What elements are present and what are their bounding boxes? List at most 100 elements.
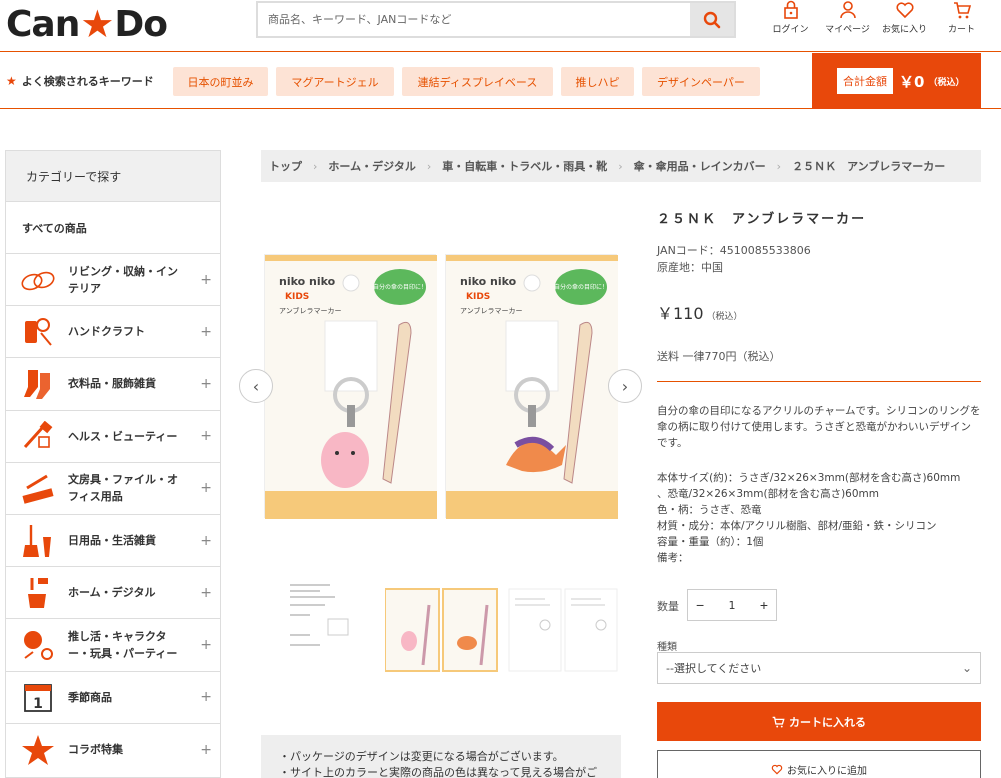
expand-plus-icon[interactable]: + [200,480,212,496]
cart-icon [772,716,785,728]
keyword-title-text: よく検索されるキーワード [21,75,154,88]
package-name-text: アンブレラマーカー [460,306,523,315]
package-brand-text: niko niko [279,275,336,288]
breadcrumb-item[interactable]: トップ [269,158,302,174]
expand-plus-icon[interactable]: + [200,428,212,444]
keyword-title: ★ よく検索されるキーワード [6,73,154,89]
minus-button[interactable]: − [696,597,704,613]
party-icon [18,627,58,663]
product-main-image: niko niko KIDS アンブレラマーカー 自分の傘の目印に！ niko … [264,254,618,519]
logo-star-icon: ★ [80,2,114,46]
add-to-favorites-button[interactable]: お気に入りに追加 [657,750,981,778]
total-amount: ￥0 [899,72,925,91]
total-label: 合計金額 [837,68,893,94]
clothing-icon [18,366,58,402]
header-nav: ログイン マイページ お気に入り カート [762,0,992,40]
product-price: ￥110 （税込） [657,300,743,324]
sidebar-item-party[interactable]: 推し活・キャラクター・玩具・パーティー + [6,619,220,672]
cando-logo[interactable]: Can ★ Do [6,2,168,46]
chevron-right-icon: › [426,159,432,173]
divider [657,381,981,382]
search-box [256,1,736,38]
logo-text-left: Can [6,3,80,45]
login-label: ログイン [772,25,809,35]
cart-total[interactable]: 合計金額 ￥0 （税込） [812,53,981,109]
keyword-chip[interactable]: マグアートジェル [276,67,394,96]
add-to-favorites-label: お気に入りに追加 [787,766,867,777]
sidebar-item-stationery[interactable]: 文房具・ファイル・オフィス用品 + [6,463,220,515]
sidebar-item-daily[interactable]: 日用品・生活雑貨 + [6,515,220,568]
sidebar-item-label: ホーム・デジタル [68,586,156,600]
chevron-right-icon: › [313,159,318,173]
expand-plus-icon[interactable]: + [200,689,212,705]
expand-plus-icon[interactable]: + [200,533,212,549]
expand-plus-icon[interactable]: + [200,272,212,288]
sidebar-item-label: 日用品・生活雑貨 [68,534,156,548]
variant-select-value: --選択してください [666,662,762,675]
stationery-icon [18,470,58,506]
search-input[interactable] [258,3,690,36]
expand-plus-icon[interactable]: + [200,637,212,653]
login-link[interactable]: ログイン [762,0,819,40]
sidebar-item-label: 推し活・キャラクター・玩具・パーティー [68,629,178,660]
add-to-cart-label: カートに入れる [789,715,866,729]
variant-label: 種類 [657,642,677,653]
mypage-link[interactable]: マイページ [819,0,876,40]
lock-icon [783,0,798,19]
thumbnail-front[interactable] [384,575,503,675]
sidebar-item-clothing[interactable]: 衣料品・服飾雑貨 + [6,358,220,411]
package-sub-text: KIDS [466,292,490,302]
keyword-chip[interactable]: デザインペーパー [642,67,760,96]
sidebar-item-label: ヘルス・ビューティー [68,429,178,443]
sidebar-item-living[interactable]: リビング・収納・インテリア + [6,254,220,307]
expand-plus-icon[interactable]: + [200,742,212,758]
cart-link[interactable]: カート [933,0,990,40]
next-image-button[interactable]: › [608,369,642,403]
quantity-stepper: − 1 + [687,589,777,621]
keyword-chip[interactable]: 日本の町並み [173,67,268,96]
expand-plus-icon[interactable]: + [200,585,212,601]
variant-select[interactable]: --選択してください ⌄ [657,652,981,684]
add-to-cart-button[interactable]: カートに入れる [657,702,981,741]
breadcrumb-item[interactable]: ホーム・デジタル [328,158,415,174]
package-brand-text: niko niko [460,275,517,288]
thumbnail-backs[interactable] [505,575,623,675]
search-button[interactable] [690,3,734,36]
sidebar-item-label: コラボ特集 [68,743,123,757]
sidebar-item-label: リビング・収納・インテリア [68,264,178,295]
expand-plus-icon[interactable]: + [200,376,212,392]
package-notice: ・パッケージのデザインは変更になる場合がございます。 ・サイト上のカラーと実際の… [261,735,621,778]
sidebar-item-all[interactable]: すべての商品 [6,202,220,254]
package-bubble-text: 自分の傘の目印に！ [554,283,608,291]
package-name-text: アンブレラマーカー [279,306,342,315]
keyword-chip[interactable]: 連結ディスプレイベース [402,67,553,96]
sidebar-item-seasonal[interactable]: 1 季節商品 + [6,672,220,724]
sidebar-item-label: ハンドクラフト [68,325,145,339]
sidebar-item-collab[interactable]: コラボ特集 + [6,724,220,776]
expand-plus-icon[interactable]: + [200,324,212,340]
heart-icon [895,2,914,19]
keyword-chip[interactable]: 推しハピ [561,67,634,96]
favorites-link[interactable]: お気に入り [876,0,933,40]
plus-button[interactable]: + [760,597,768,613]
prev-image-button[interactable]: ‹ [239,369,273,403]
star-icon: ★ [6,74,17,88]
breadcrumb-item[interactable]: 傘・傘用品・レインカバー [634,158,766,174]
spec-line: 本体サイズ(約)：うさぎ/32×26×3mm(部材を含む高さ)60mm [657,472,961,484]
site-header: Can★Do ログイン マイページ お気に入り カート [0,0,1001,52]
heart-icon [771,764,783,775]
price-tax: （税込） [706,312,743,322]
thumbnail-back[interactable] [270,575,388,675]
sidebar-item-home-digital[interactable]: ホーム・デジタル + [6,567,220,620]
spec-line: 容量・重量（約）：1個 [657,536,764,548]
sidebar-item-beauty[interactable]: ヘルス・ビューティー + [6,411,220,463]
breadcrumb-item[interactable]: 車・自転車・トラベル・雨具・靴 [442,158,607,174]
package-rabbit: niko niko KIDS アンブレラマーカー 自分の傘の目印に！ [264,254,437,519]
star-icon [18,732,58,768]
breadcrumb-current: ２５ＮＫ アンブレラマーカー [792,160,946,173]
cart-icon [953,2,971,19]
spec-line: 色・柄：うさぎ、恐竜 [657,504,762,516]
chevron-right-icon: › [776,159,782,173]
quantity-value[interactable]: 1 [729,599,736,612]
sidebar-item-handcraft[interactable]: ハンドクラフト + [6,306,220,359]
